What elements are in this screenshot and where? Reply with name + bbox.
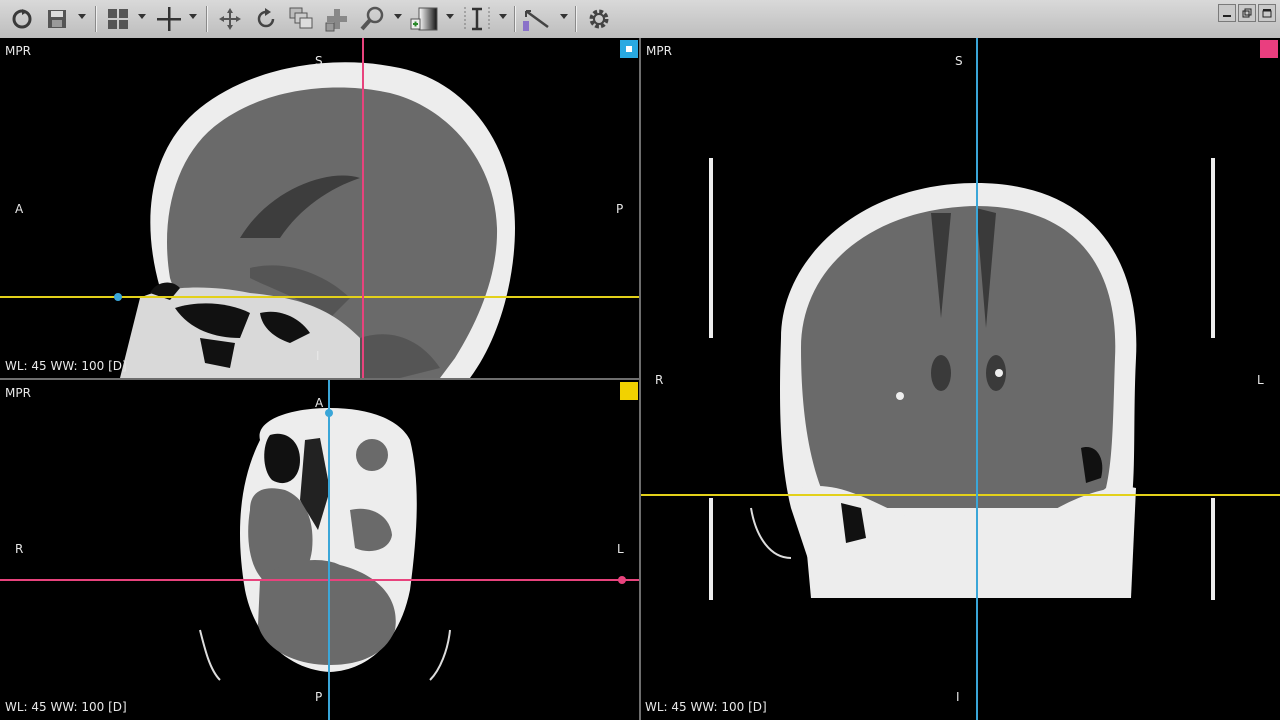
save-icon[interactable] xyxy=(42,4,72,34)
orientation-bottom: I xyxy=(956,690,960,704)
restore-button[interactable] xyxy=(1238,4,1256,22)
toolbar xyxy=(0,0,1280,39)
window-level-info: WL: 45 WW: 100 [D] xyxy=(5,359,127,373)
zoom-icon[interactable] xyxy=(358,4,388,34)
move-icon[interactable] xyxy=(322,4,352,34)
rotate-icon[interactable] xyxy=(251,4,281,34)
viewport-title: MPR xyxy=(646,44,672,58)
crosshair-dropdown-arrow[interactable] xyxy=(189,14,197,19)
viewport-color-badge[interactable] xyxy=(1260,40,1278,58)
coronal-image xyxy=(709,158,1215,600)
viewport-title: MPR xyxy=(5,386,31,400)
layout-grid-icon[interactable] xyxy=(103,4,133,34)
window-level-dropdown-arrow[interactable] xyxy=(446,14,454,19)
orientation-bottom: I xyxy=(316,349,320,363)
sagittal-image xyxy=(120,62,515,378)
axial-ref-handle-top[interactable] xyxy=(325,409,333,417)
axial-viewport[interactable]: MPR A R L P WL: 45 WW: 100 [D] xyxy=(0,380,639,720)
thickness-dropdown-arrow[interactable] xyxy=(499,14,507,19)
stack-icon[interactable] xyxy=(286,4,316,34)
axial-vertical-ref-line[interactable] xyxy=(328,380,330,720)
axial-horizontal-ref-line[interactable] xyxy=(0,579,639,581)
window-level-info: WL: 45 WW: 100 [D] xyxy=(645,700,767,714)
coronal-vertical-ref-line[interactable] xyxy=(976,38,978,720)
refresh-icon[interactable] xyxy=(8,4,36,34)
window-level-info: WL: 45 WW: 100 [D] xyxy=(5,700,127,714)
toolbar-separator xyxy=(575,6,577,32)
measure-dropdown-arrow[interactable] xyxy=(560,14,568,19)
toolbar-separator xyxy=(514,6,516,32)
viewport-color-badge[interactable] xyxy=(620,382,638,400)
zoom-dropdown-arrow[interactable] xyxy=(394,14,402,19)
pan-icon[interactable] xyxy=(215,4,245,34)
sagittal-ref-handle[interactable] xyxy=(114,293,122,301)
minimize-button[interactable] xyxy=(1218,4,1236,22)
orientation-top: S xyxy=(955,54,963,68)
toolbar-separator xyxy=(95,6,97,32)
measure-icon[interactable] xyxy=(520,4,556,34)
sagittal-horizontal-ref-line[interactable] xyxy=(0,296,639,298)
window-level-icon[interactable] xyxy=(407,4,441,34)
toolbar-separator xyxy=(206,6,208,32)
coronal-viewport[interactable]: MPR S R L I WL: 45 WW: 100 [D] xyxy=(641,38,1280,720)
orientation-right: L xyxy=(1257,373,1264,387)
orientation-left: R xyxy=(15,542,24,556)
axial-image xyxy=(199,408,451,681)
axial-ref-handle-right[interactable] xyxy=(618,576,626,584)
orientation-left: A xyxy=(15,202,24,216)
settings-gear-icon[interactable] xyxy=(584,4,614,34)
orientation-left: R xyxy=(655,373,664,387)
coronal-horizontal-ref-line[interactable] xyxy=(641,494,1280,496)
thickness-icon[interactable] xyxy=(460,4,494,34)
orientation-right: L xyxy=(617,542,624,556)
save-dropdown-arrow[interactable] xyxy=(78,14,86,19)
orientation-top: S xyxy=(315,54,323,68)
viewport-color-badge[interactable] xyxy=(620,40,638,58)
sagittal-vertical-ref-line[interactable] xyxy=(362,38,364,378)
orientation-top: A xyxy=(315,396,324,410)
crosshair-icon[interactable] xyxy=(153,4,185,34)
layout-dropdown-arrow[interactable] xyxy=(138,14,146,19)
orientation-right: P xyxy=(616,202,624,216)
viewport-title: MPR xyxy=(5,44,31,58)
orientation-bottom: P xyxy=(315,690,323,704)
sagittal-viewport[interactable]: MPR S A P I WL: 45 WW: 100 [D] xyxy=(0,38,639,378)
close-button[interactable] xyxy=(1258,4,1276,22)
